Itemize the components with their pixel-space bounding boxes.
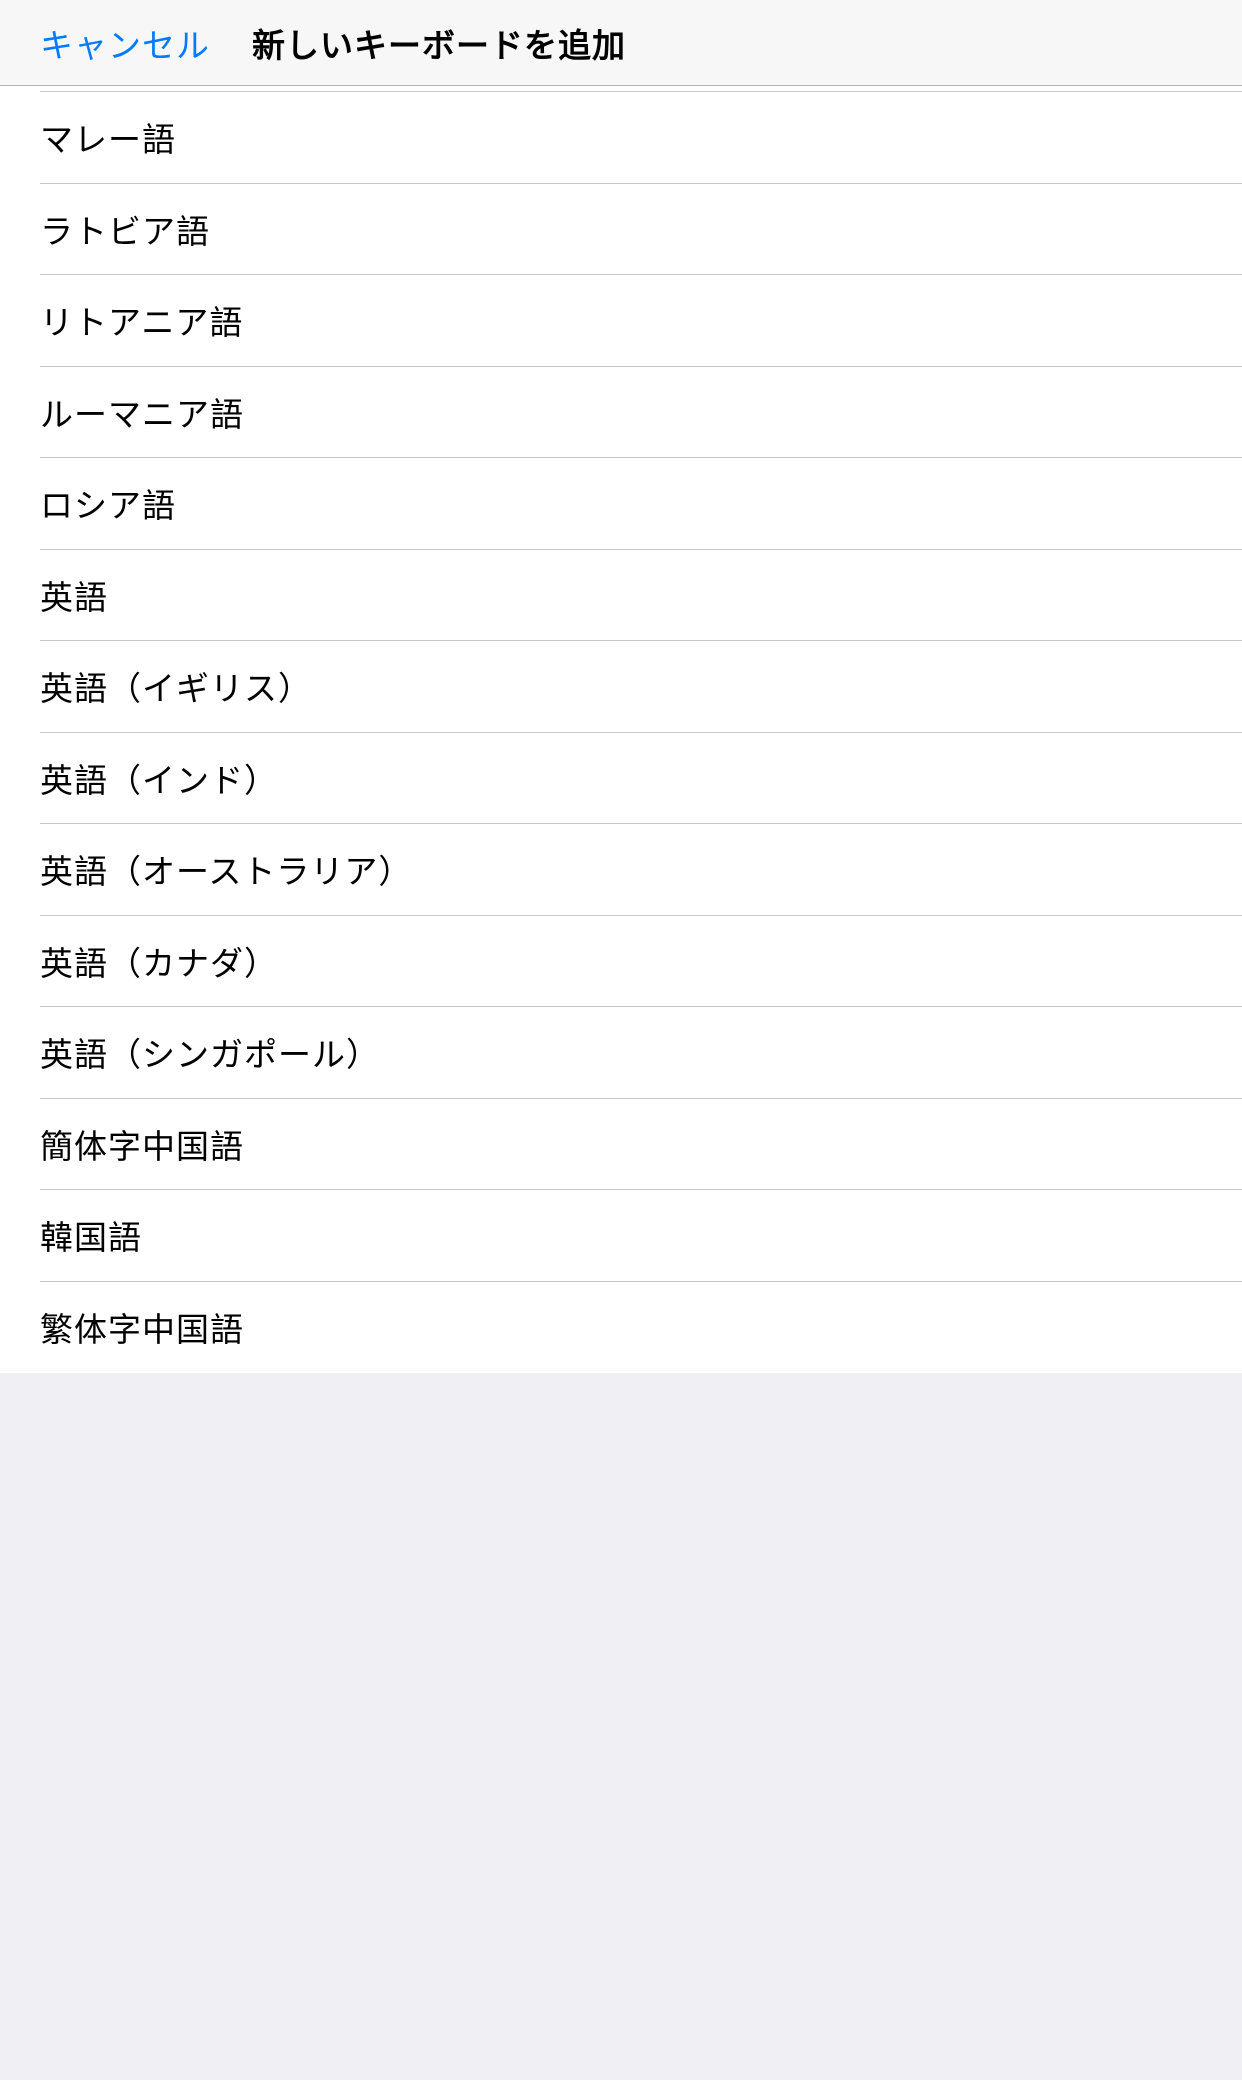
keyboard-item-english-singapore[interactable]: 英語（シンガポール） bbox=[40, 1007, 1242, 1099]
keyboard-list: マレー語 ラトビア語 リトアニア語 ルーマニア語 ロシア語 英語 英語（イギリス… bbox=[0, 86, 1242, 1373]
keyboard-item-chinese-simplified[interactable]: 簡体字中国語 bbox=[40, 1099, 1242, 1191]
keyboard-label: 英語（イギリス） bbox=[40, 662, 312, 710]
keyboard-label: ルーマニア語 bbox=[40, 388, 244, 436]
keyboard-label: 英語（オーストラリア） bbox=[40, 845, 412, 893]
keyboard-item-romanian[interactable]: ルーマニア語 bbox=[40, 367, 1242, 459]
navigation-header: キャンセル 新しいキーボードを追加 bbox=[0, 0, 1242, 86]
keyboard-item-english-uk[interactable]: 英語（イギリス） bbox=[40, 641, 1242, 733]
keyboard-item-english[interactable]: 英語 bbox=[40, 550, 1242, 642]
keyboard-item-lithuanian[interactable]: リトアニア語 bbox=[40, 275, 1242, 367]
keyboard-item-chinese-traditional[interactable]: 繁体字中国語 bbox=[40, 1282, 1242, 1374]
keyboard-item-korean[interactable]: 韓国語 bbox=[40, 1190, 1242, 1282]
keyboard-label: 英語（シンガポール） bbox=[40, 1028, 380, 1076]
keyboard-label: 英語（カナダ） bbox=[40, 937, 278, 985]
keyboard-label: 英語（インド） bbox=[40, 754, 278, 802]
keyboard-label: 韓国語 bbox=[40, 1211, 142, 1259]
keyboard-item-russian[interactable]: ロシア語 bbox=[40, 458, 1242, 550]
keyboard-label: 繁体字中国語 bbox=[40, 1303, 244, 1351]
keyboard-label: マレー語 bbox=[40, 113, 176, 161]
keyboard-label: 英語 bbox=[40, 571, 108, 619]
bottom-spacer bbox=[0, 1373, 1242, 1473]
keyboard-label: リトアニア語 bbox=[40, 296, 243, 344]
keyboard-label: ラトビア語 bbox=[40, 205, 210, 253]
keyboard-item-english-australia[interactable]: 英語（オーストラリア） bbox=[40, 824, 1242, 916]
keyboard-item-english-canada[interactable]: 英語（カナダ） bbox=[40, 916, 1242, 1008]
keyboard-label: 簡体字中国語 bbox=[40, 1120, 244, 1168]
keyboard-label: ロシア語 bbox=[40, 479, 176, 527]
cancel-button[interactable]: キャンセル bbox=[40, 19, 210, 67]
keyboard-item-malay[interactable]: マレー語 bbox=[40, 92, 1242, 184]
page-title: 新しいキーボードを追加 bbox=[252, 19, 626, 67]
keyboard-item-english-india[interactable]: 英語（インド） bbox=[40, 733, 1242, 825]
keyboard-item-latvian[interactable]: ラトビア語 bbox=[40, 184, 1242, 276]
